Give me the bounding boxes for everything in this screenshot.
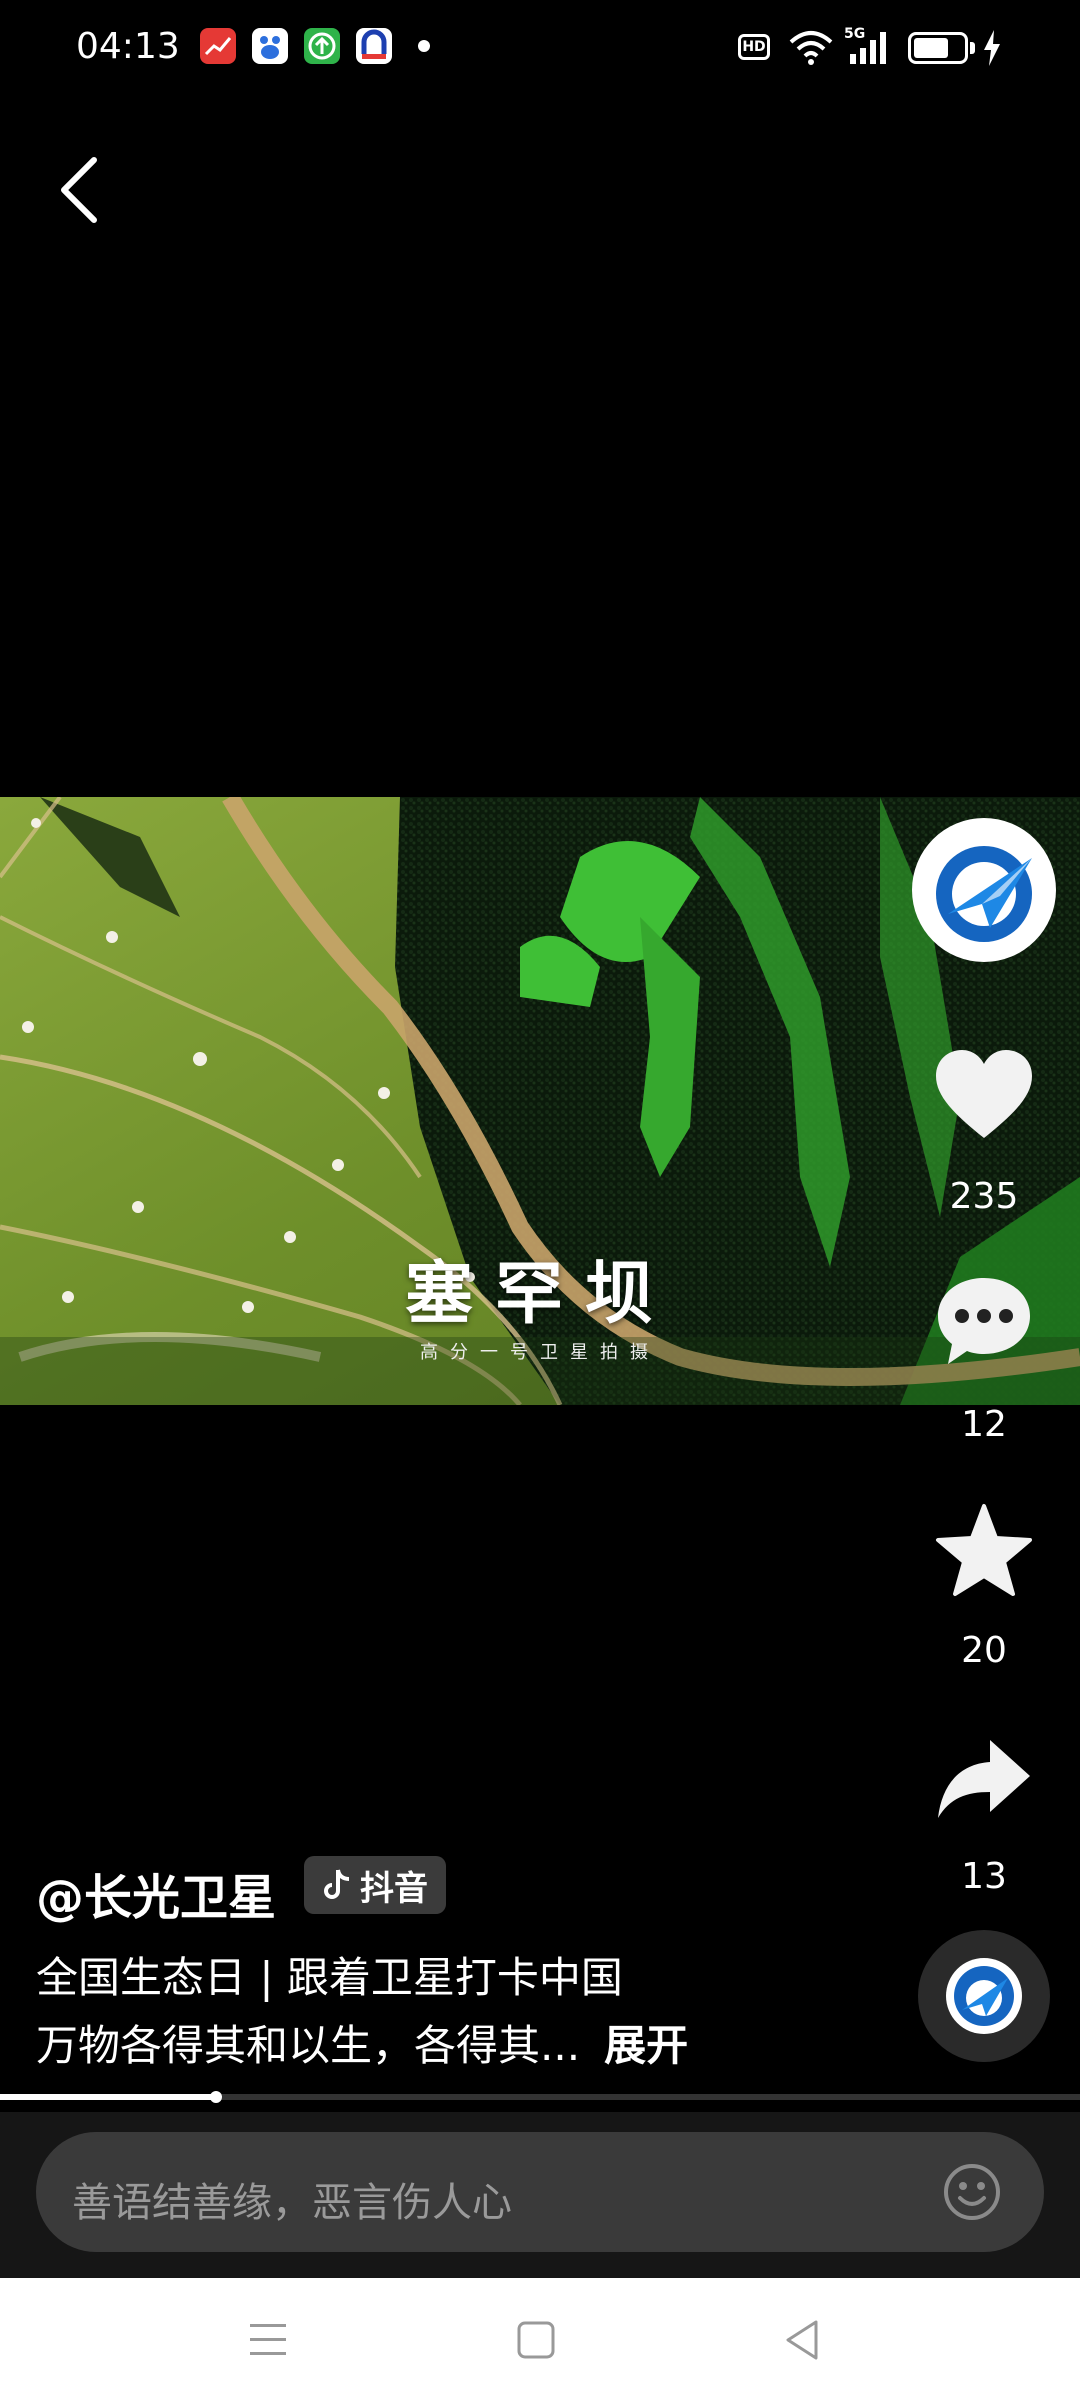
progress-fill: [0, 2094, 216, 2100]
status-time: 04:13: [76, 26, 180, 67]
baidu-app-icon: [252, 28, 288, 64]
upload-app-icon: [304, 28, 340, 64]
favorite-count: 20: [961, 1630, 1007, 1671]
company-logo-icon: [922, 828, 1046, 952]
back-arrow-icon: [61, 157, 97, 223]
triangle-back-icon: [786, 2320, 818, 2360]
video-title-overlay: 塞罕坝: [404, 1255, 675, 1334]
platform-badge: 抖音: [304, 1856, 446, 1914]
share-button[interactable]: [934, 1734, 1034, 1828]
battery-cap: [970, 42, 975, 54]
system-nav-bar: [0, 2278, 1080, 2408]
signal-icon: [846, 28, 894, 70]
heart-icon: [936, 1050, 1032, 1138]
platform-label: 抖音: [360, 1868, 428, 1909]
comment-placeholder: 善语结善缘，恶言伤人心: [72, 2180, 512, 2226]
nav-menu-button[interactable]: [248, 2318, 288, 2366]
tiktok-icon: [324, 1869, 350, 1899]
wifi-icon: [788, 28, 834, 70]
comment-button[interactable]: [934, 1274, 1034, 1374]
description-line-1: 全国生态日 | 跟着卫星打卡中国: [36, 1953, 623, 2002]
menu-icon: [250, 2324, 286, 2355]
author-avatar[interactable]: [912, 818, 1056, 962]
battery-icon: [908, 32, 968, 64]
like-count: 235: [949, 1176, 1019, 1217]
description-line-2: 万物各得其和以生，各得其... 展开: [36, 2012, 688, 2073]
music-disc[interactable]: [918, 1930, 1050, 2062]
home-square-icon: [517, 2321, 555, 2359]
emoji-button[interactable]: [942, 2162, 1002, 2222]
comment-count: 12: [961, 1404, 1007, 1445]
like-button[interactable]: [934, 1048, 1034, 1148]
expand-button[interactable]: 展开: [604, 2021, 688, 2070]
nav-back-button[interactable]: [782, 2318, 822, 2366]
charging-icon: [982, 28, 1002, 72]
favorite-button[interactable]: [934, 1502, 1034, 1602]
share-arrow-icon: [938, 1740, 1030, 1818]
stock-app-icon: [200, 28, 236, 64]
back-button[interactable]: [52, 150, 112, 230]
notification-dot: [418, 40, 430, 52]
share-count: 13: [961, 1856, 1007, 1897]
bank-app-icon: [356, 28, 392, 64]
video-caption-overlay: 高分一号卫星拍摄: [420, 1342, 660, 1363]
company-logo-icon: [954, 1966, 1014, 2026]
author-name[interactable]: @长光卫星: [36, 1858, 276, 1928]
star-icon: [936, 1504, 1032, 1596]
emoji-icon: [944, 2164, 1000, 2220]
nav-home-button[interactable]: [516, 2320, 556, 2364]
hd-icon: HD: [738, 34, 770, 60]
description-text: 万物各得其和以生，各得其...: [36, 2021, 581, 2070]
comment-bubble-icon: [938, 1278, 1030, 1364]
progress-knob[interactable]: [210, 2091, 222, 2103]
video-progress-bar[interactable]: [0, 2091, 1080, 2103]
